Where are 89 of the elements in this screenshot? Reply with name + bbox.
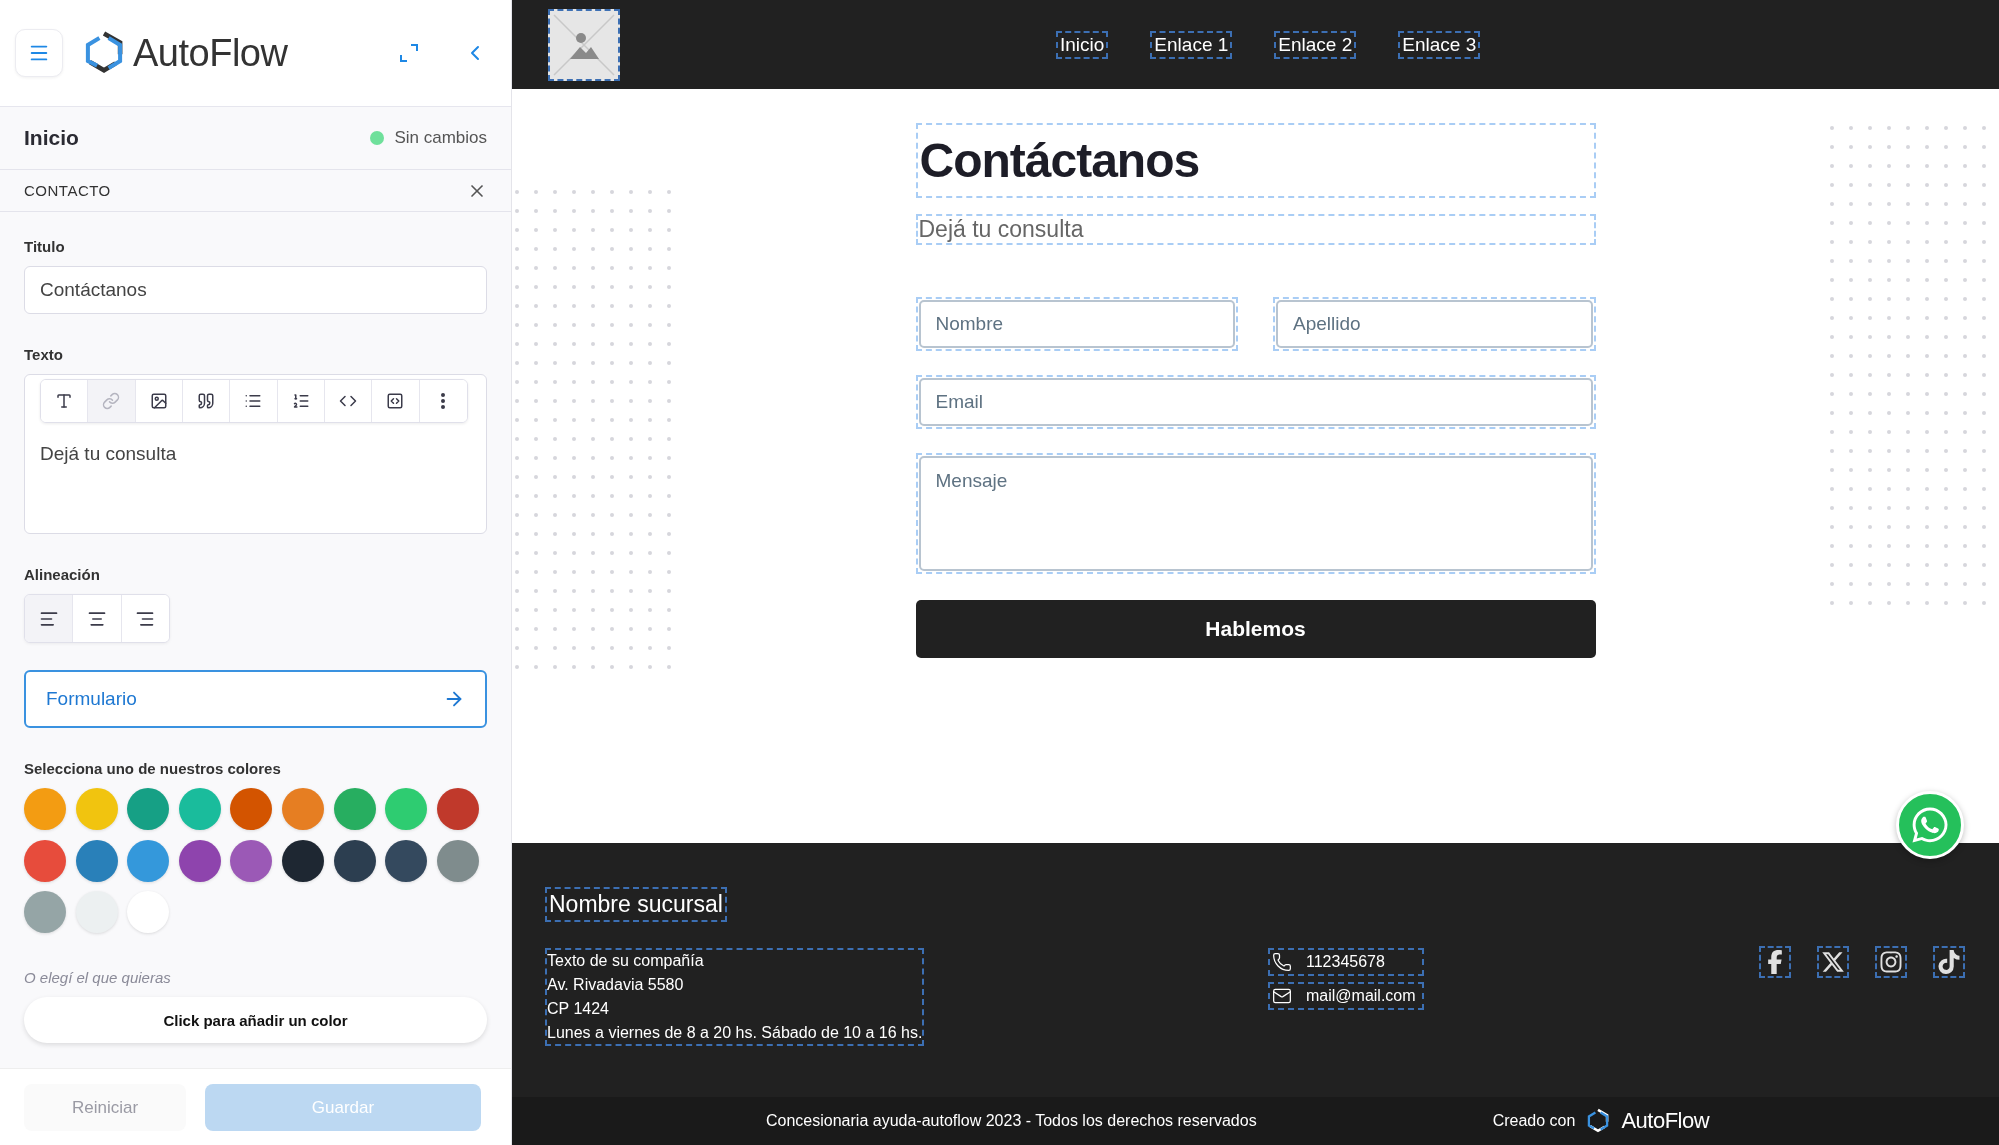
contact-text: 112345678 xyxy=(1306,953,1385,971)
color-swatch[interactable] xyxy=(436,788,479,830)
input-field[interactable]: Email xyxy=(918,378,1593,426)
copyright-text: Concesionaria ayuda-autoflow 2023 - Todos los derechos reservados xyxy=(766,1112,1257,1130)
page-heading: Contáctanos xyxy=(915,123,1596,198)
title-input[interactable]: Contáctanos xyxy=(24,266,487,314)
field-label: Titulo xyxy=(24,238,66,255)
align-button[interactable] xyxy=(121,595,169,642)
align-button[interactable] xyxy=(25,595,74,642)
contact-item[interactable]: mail@mail.com xyxy=(1268,982,1424,1010)
color-swatch[interactable] xyxy=(436,839,479,882)
toolbar-button[interactable] xyxy=(277,380,325,422)
branch-name: Nombre sucursal xyxy=(545,887,727,922)
contact-item[interactable]: 112345678 xyxy=(1268,948,1424,976)
input-field[interactable]: Apellido xyxy=(1276,300,1593,348)
phone-icon xyxy=(1272,952,1292,972)
color-swatch[interactable] xyxy=(281,788,324,830)
color-swatch[interactable] xyxy=(24,891,66,934)
nav-link[interactable]: Inicio xyxy=(1056,30,1109,59)
align-button[interactable] xyxy=(73,595,122,642)
code-block-icon xyxy=(386,392,405,410)
status-dot xyxy=(370,131,385,145)
logo-text: AutoFlow xyxy=(133,31,288,75)
toolbar-button[interactable] xyxy=(183,380,231,422)
color-swatch[interactable] xyxy=(178,839,221,882)
color-swatch[interactable] xyxy=(127,891,170,934)
address-line: Lunes a viernes de 8 a 20 hs. Sábado de 10 a 16 hs. xyxy=(547,1024,923,1042)
expand-button[interactable] xyxy=(399,43,419,63)
editor-text: Dejá tu consulta xyxy=(40,443,178,465)
contact-text: mail@mail.com xyxy=(1306,987,1416,1005)
logo-text: AutoFlow xyxy=(1621,1108,1710,1134)
mail-icon xyxy=(1272,986,1292,1006)
field-label: Texto xyxy=(24,346,64,363)
color-swatch[interactable] xyxy=(24,788,66,830)
nav-link[interactable]: Enlace 1 xyxy=(1150,30,1233,59)
numbered-list-icon xyxy=(291,392,310,410)
address-line: Av. Rivadavia 5580 xyxy=(547,976,685,994)
nav-link[interactable]: Enlace 2 xyxy=(1274,30,1357,59)
color-swatch[interactable] xyxy=(385,839,428,882)
x-icon xyxy=(1821,950,1845,974)
social-link[interactable] xyxy=(1933,946,1965,978)
text-editor[interactable]: Dejá tu consulta xyxy=(24,374,487,534)
instagram-icon xyxy=(1879,950,1903,974)
color-swatch[interactable] xyxy=(333,839,376,882)
color-swatch[interactable] xyxy=(333,788,376,830)
color-swatch[interactable] xyxy=(75,839,118,882)
submit-button[interactable]: Hablemos xyxy=(915,600,1596,658)
tiktok-icon xyxy=(1937,950,1961,974)
color-swatch[interactable] xyxy=(24,839,66,882)
bullet-list-icon xyxy=(244,392,263,410)
message-field[interactable]: Mensaje xyxy=(918,456,1593,571)
toolbar-button[interactable] xyxy=(372,380,420,422)
color-swatch[interactable] xyxy=(230,788,273,830)
color-swatch[interactable] xyxy=(127,788,170,830)
menu-button[interactable] xyxy=(15,29,63,77)
made-with-text: Creado con xyxy=(1492,1112,1576,1130)
add-color-button[interactable]: Click para añadir un color xyxy=(24,997,487,1044)
link-icon xyxy=(102,392,121,410)
color-swatch[interactable] xyxy=(75,788,118,830)
status-text: Sin cambios xyxy=(394,128,487,148)
social-link[interactable] xyxy=(1759,946,1791,978)
toolbar-button[interactable] xyxy=(135,380,183,422)
color-swatch[interactable] xyxy=(385,788,428,830)
color-swatch[interactable] xyxy=(281,839,324,882)
colors-label: Selecciona uno de nuestros colores xyxy=(24,760,282,777)
color-swatch[interactable] xyxy=(178,788,221,830)
nav-link[interactable]: Enlace 3 xyxy=(1398,30,1481,59)
text-size-icon xyxy=(55,392,74,410)
expand-icon xyxy=(399,43,419,63)
social-link[interactable] xyxy=(1817,946,1849,978)
toolbar-button[interactable] xyxy=(230,380,278,422)
page-title: Inicio xyxy=(24,126,79,150)
whatsapp-icon xyxy=(1910,805,1950,845)
custom-color-hint: O elegí el que quieras xyxy=(24,969,172,987)
social-link[interactable] xyxy=(1875,946,1907,978)
color-swatch[interactable] xyxy=(230,839,273,882)
whatsapp-button[interactable] xyxy=(1896,791,1964,859)
section-title: CONTACTO xyxy=(24,182,111,199)
toolbar-button[interactable] xyxy=(41,380,89,422)
color-swatch[interactable] xyxy=(127,839,170,882)
input-field[interactable]: Nombre xyxy=(918,300,1235,348)
field-label: Alineación xyxy=(24,566,101,583)
form-link-button[interactable]: Formulario xyxy=(24,670,487,728)
address-line: CP 1424 xyxy=(547,1000,610,1018)
address-line: Texto de su compañía xyxy=(547,952,705,970)
page-subheading: Dejá tu consulta xyxy=(915,214,1596,245)
more-icon xyxy=(441,393,446,409)
quote-icon xyxy=(197,392,216,410)
image-icon xyxy=(149,392,168,410)
